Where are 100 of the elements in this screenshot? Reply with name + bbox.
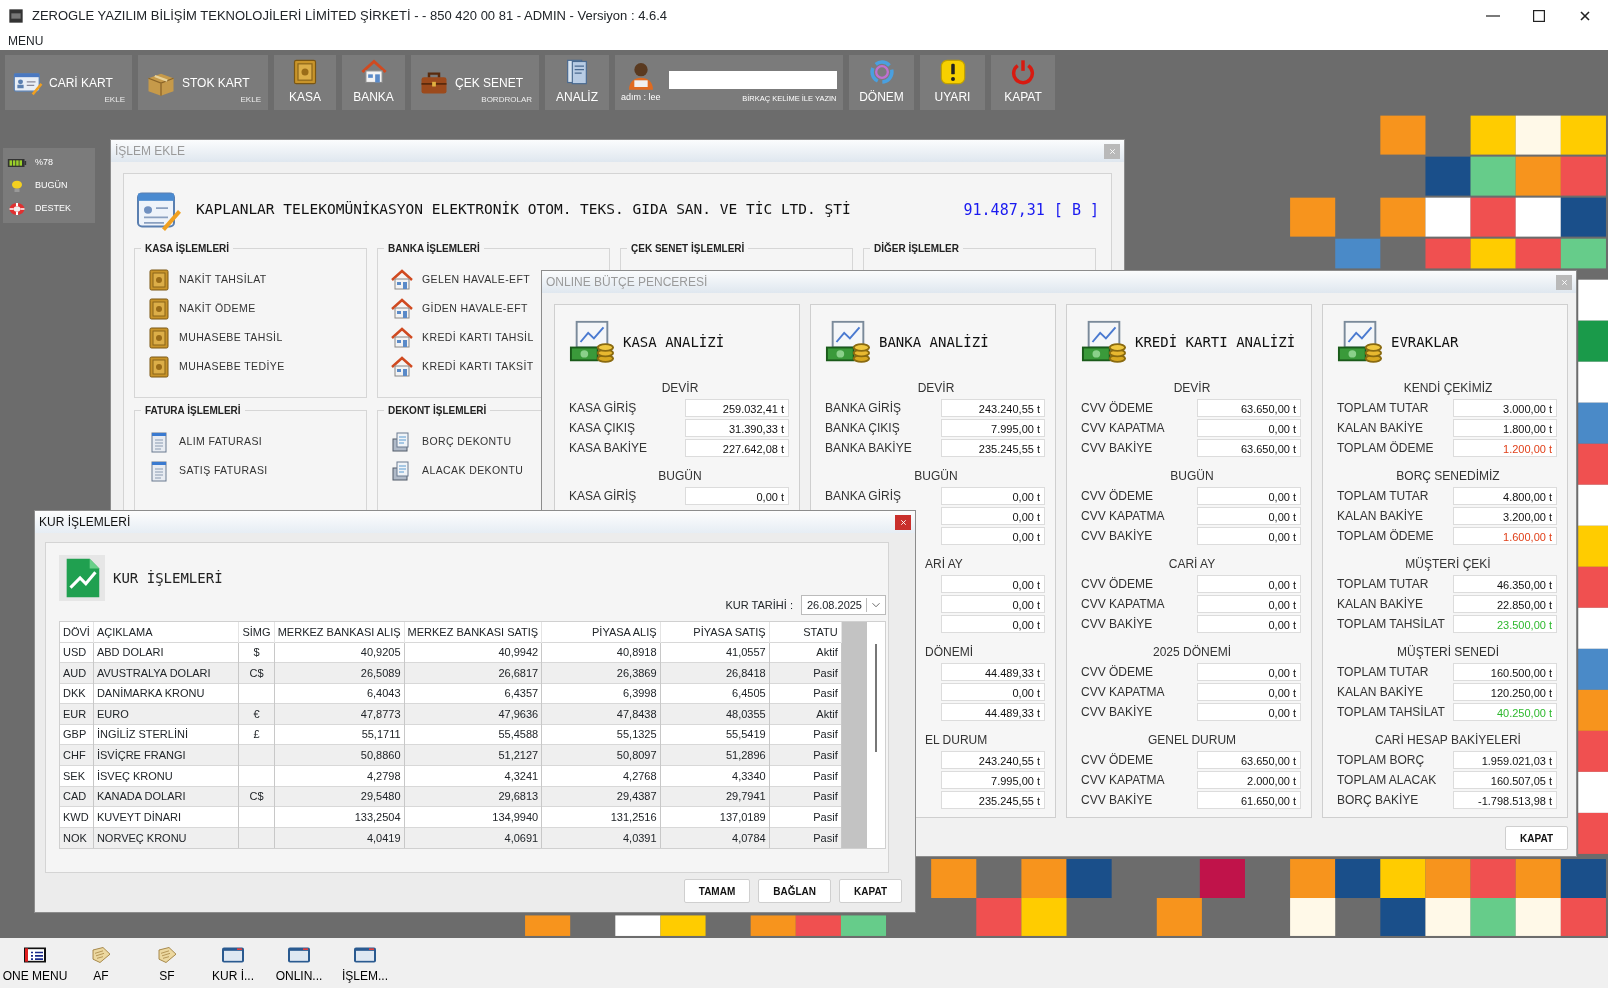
safe-icon (147, 325, 171, 350)
field-label: CVV ÖDEME (1081, 576, 1154, 593)
minimize-icon (1486, 14, 1500, 17)
table-cell: 47,8438 (541, 703, 661, 725)
amount-field: 1.200,00 t (1453, 439, 1557, 457)
amount-field: 0,00 t (941, 527, 1045, 545)
table-cell: 4,0691 (404, 827, 542, 848)
action-link[interactable]: SATIŞ FATURASI (147, 456, 268, 485)
sidebar-item[interactable]: BUGÜN (7, 174, 91, 197)
menu-item[interactable]: MENU (8, 31, 44, 50)
action-link[interactable]: KREDİ KARTI TAHSİL (390, 323, 534, 352)
dialog-button[interactable]: KAPAT (839, 879, 902, 903)
field-label: KASA BAKİYE (569, 440, 649, 457)
close-button[interactable] (895, 514, 911, 530)
table-cell: 4,0391 (541, 827, 661, 848)
window-icon (221, 945, 245, 965)
action-link[interactable]: NAKİT ÖDEME (147, 294, 256, 323)
column-header: MERKEZ BANKASI ALIŞ (274, 622, 405, 643)
action-link[interactable]: BORÇ DEKONTU (390, 427, 512, 456)
company-name: KAPLANLAR TELEKOMÜNİKASYON ELEKTRONİK OTOM. TEKS. GIDA SAN. VE TİC LTD. ŞTİ (196, 200, 851, 220)
amount-field: 0,00 t (1197, 683, 1301, 701)
table-cell: 51,2127 (404, 744, 542, 766)
group-title: KASA İŞLEMLERİ (141, 241, 234, 256)
sidebar-item[interactable]: DESTEK (7, 197, 91, 220)
dialog-button[interactable]: TAMAM (683, 879, 751, 903)
toolbar-button[interactable]: UYARI (920, 55, 985, 110)
field-label: CVV ÖDEME (1081, 664, 1154, 681)
section-header: BUGÜN (914, 469, 958, 483)
date-field[interactable]: 26.08.2025 (800, 595, 886, 615)
user-name: adım : lee (621, 91, 661, 104)
amount-field: 0,00 t (941, 683, 1045, 701)
chart-money-icon (1081, 320, 1127, 364)
toolbar-button[interactable]: KASA (274, 55, 336, 110)
amount-field: 63.650,00 t (1197, 399, 1301, 417)
toolbar-button[interactable]: STOK KART EKLE (138, 55, 268, 110)
close-button[interactable]: KAPAT (1505, 826, 1568, 850)
amount-field: 235.245,55 t (941, 439, 1045, 457)
table-cell: NOK (60, 827, 94, 848)
toolbar-button[interactable]: DÖNEM (849, 55, 914, 110)
amount-field: 0,00 t (941, 575, 1045, 593)
amount-field: 1.800,00 t (1453, 419, 1557, 437)
amount-field: 1.600,00 t (1453, 527, 1557, 545)
amount-field: 44.489,33 t (941, 703, 1045, 721)
chart-document-icon (59, 555, 105, 601)
search-field[interactable] (668, 71, 837, 89)
scrollbar[interactable] (875, 644, 878, 752)
table-cell: € (238, 703, 275, 725)
warning-icon (938, 58, 967, 86)
taskbar-item[interactable]: KUR İ... (200, 938, 266, 988)
taskbar-item[interactable]: İŞLEM... (332, 938, 398, 988)
action-link[interactable]: KREDİ KARTI TAKSİT (390, 352, 534, 381)
field-label: CVV KAPATMA (1081, 420, 1166, 437)
window-title: ONLINE BÜTÇE PENCERESİ (546, 274, 708, 291)
section-header: GENEL DURUM (1147, 733, 1237, 747)
taskbar-item[interactable]: ONE MENU (2, 938, 68, 988)
action-link[interactable]: ALACAK DEKONTU (390, 456, 524, 485)
amount-field: 31.390,33 t (685, 419, 789, 437)
house-icon (359, 58, 388, 86)
table-cell: 48,0355 (660, 703, 770, 725)
taskbar-item[interactable]: SF (134, 938, 200, 988)
field-label: CVV KAPATMA (1081, 508, 1166, 525)
dialog-button[interactable]: BAĞLAN (758, 879, 832, 903)
amount-field: 235.245,55 t (941, 791, 1045, 809)
action-link[interactable]: GELEN HAVALE-EFT (390, 265, 531, 294)
field-label: TOPLAM TAHSİLAT (1337, 704, 1446, 721)
action-link[interactable]: ALIM FATURASI (147, 427, 263, 456)
toolbar-button[interactable]: KAPAT (991, 55, 1055, 110)
amount-field: 46.350,00 t (1453, 575, 1557, 593)
taskbar-item[interactable]: AF (68, 938, 134, 988)
column-header: STATU (769, 622, 842, 643)
toolbar-button[interactable]: BANKA (342, 55, 405, 110)
section-header: DEVİR (661, 381, 699, 395)
table-cell: Aktif (769, 703, 842, 725)
panel-title: KREDİ KARTI ANALİZİ (1135, 332, 1296, 352)
sidebar-item[interactable]: %78 (7, 151, 91, 174)
amount-field: 0,00 t (1197, 507, 1301, 525)
action-link[interactable]: NAKİT TAHSİLAT (147, 265, 267, 294)
group-title: FATURA İŞLEMLERİ (141, 403, 245, 418)
field-label: CVV KAPATMA (1081, 684, 1166, 701)
panel-title: KASA ANALİZİ (623, 332, 725, 352)
toolbar-button[interactable]: ANALİZ (545, 55, 609, 110)
group-title: BANKA İŞLEMLERİ (384, 241, 484, 256)
action-link[interactable]: GİDEN HAVALE-EFT (390, 294, 528, 323)
amount-field: 0,00 t (1197, 527, 1301, 545)
toolbar-button[interactable]: CARİ KART EKLE (5, 55, 132, 110)
panel-title: BANKA ANALİZİ (879, 332, 989, 352)
section-header: CARİ HESAP BAKİYELERİ (1375, 733, 1521, 747)
table-cell: AVUSTRALYA DOLARI (93, 662, 239, 684)
taskbar-item[interactable]: ONLIN... (266, 938, 332, 988)
toolbar-button[interactable]: ÇEK SENET BORDROLAR (411, 55, 539, 110)
amount-field: 0,00 t (685, 487, 789, 505)
action-link[interactable]: MUHASEBE TEDİYE (147, 352, 285, 381)
section-header: BUGÜN (1170, 469, 1214, 483)
field-label: TOPLAM TAHSİLAT (1337, 616, 1446, 633)
amount-field: 0,00 t (941, 615, 1045, 633)
table-cell: 29,7941 (660, 786, 770, 807)
amount-field: 243.240,55 t (941, 399, 1045, 417)
chart-money-icon (569, 320, 615, 364)
action-link[interactable]: MUHASEBE TAHSİL (147, 323, 283, 352)
amount-field: 63.650,00 t (1197, 439, 1301, 457)
